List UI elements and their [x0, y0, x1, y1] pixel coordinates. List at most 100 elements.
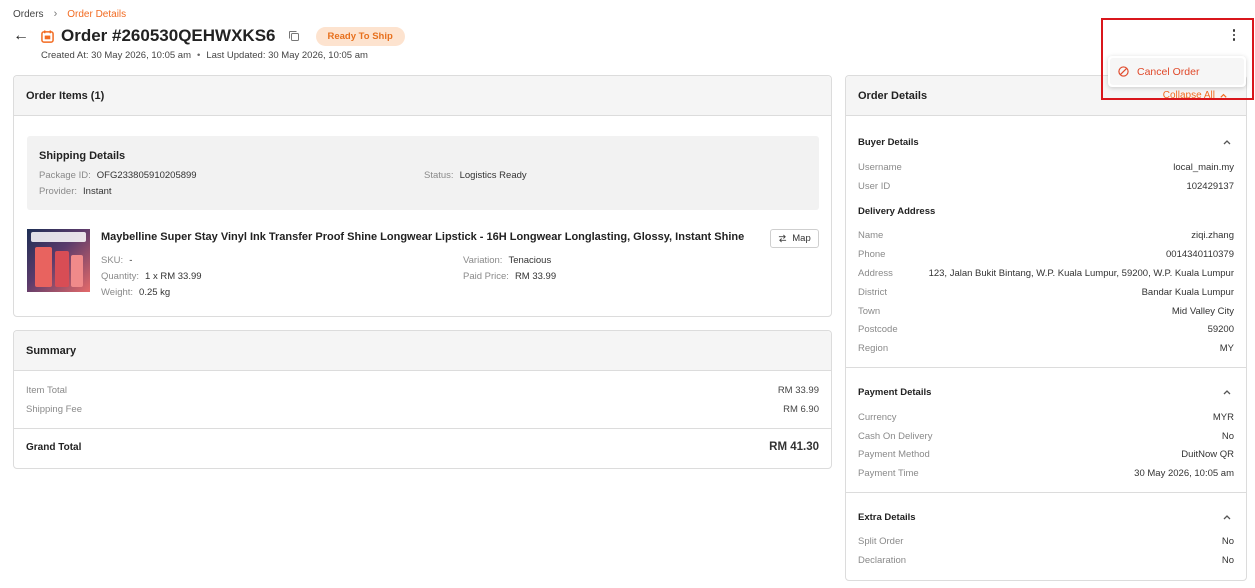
package-id-value: OFG233805910205899: [96, 170, 197, 181]
postcode-row: Postcode 59200: [858, 324, 1234, 335]
payment-method-row: Payment Method DuitNow QR: [858, 449, 1234, 460]
more-options-menu: Cancel Order: [1108, 56, 1246, 87]
collapse-all-label: Collapse All: [1162, 90, 1215, 101]
payment-time-value: 30 May 2026, 10:05 am: [1134, 468, 1234, 479]
shipping-status-row: Status: Logistics Ready: [424, 170, 527, 181]
order-meta: Created At: 30 May 2026, 10:05 am • Last…: [41, 50, 368, 61]
currency-row: Currency MYR: [858, 412, 1234, 423]
provider-row: Provider: Instant: [39, 186, 112, 197]
item-total-label: Item Total: [26, 385, 68, 396]
name-value: ziqi.zhang: [1191, 230, 1234, 241]
shipping-details-title: Shipping Details: [39, 150, 126, 162]
username-value: local_main.my: [1173, 162, 1234, 173]
declaration-row: Declaration No: [858, 555, 1234, 566]
provider-label: Provider:: [39, 186, 78, 197]
variation-value: Tenacious: [508, 255, 552, 266]
sku-row: SKU: -: [101, 255, 132, 266]
product-image: [27, 229, 90, 292]
more-options-icon[interactable]: [1227, 28, 1241, 42]
currency-value: MYR: [1212, 412, 1234, 423]
copy-icon[interactable]: [288, 30, 300, 42]
order-items-title: Order Items (1): [14, 76, 831, 116]
section-divider: [846, 492, 1246, 493]
extra-details-title: Extra Details: [858, 512, 916, 523]
breadcrumb-separator-icon: ›: [53, 8, 58, 20]
meta-separator: •: [196, 50, 201, 61]
package-id-row: Package ID: OFG233805910205899: [39, 170, 197, 181]
cod-value: No: [1221, 431, 1234, 442]
chevron-up-icon[interactable]: [1222, 387, 1232, 397]
summary-title: Summary: [14, 331, 831, 371]
breadcrumb-orders-link[interactable]: Orders: [13, 9, 44, 20]
map-button[interactable]: Map: [770, 229, 819, 248]
payment-method-label: Payment Method: [858, 449, 930, 460]
declaration-label: Declaration: [858, 555, 907, 566]
cod-label: Cash On Delivery: [858, 431, 933, 442]
sku-label: SKU:: [101, 255, 124, 266]
collapse-all-button[interactable]: Collapse All: [1163, 90, 1228, 101]
breadcrumb: Orders › Order Details: [13, 8, 126, 20]
map-button-label: Map: [792, 233, 811, 244]
phone-row: Phone 0014340110379: [858, 249, 1234, 260]
cod-row: Cash On Delivery No: [858, 431, 1234, 442]
updated-at-text: Last Updated: 30 May 2026, 10:05 am: [206, 50, 368, 61]
order-items-card: Order Items (1) Shipping Details Package…: [13, 75, 832, 317]
buyer-details-title: Buyer Details: [858, 137, 919, 148]
name-row: Name ziqi.zhang: [858, 230, 1234, 241]
variation-label: Variation:: [463, 255, 503, 266]
phone-value: 0014340110379: [1166, 249, 1234, 260]
quantity-value: 1 x RM 33.99: [145, 271, 202, 282]
payment-details-title: Payment Details: [858, 387, 932, 398]
item-total-row: Item Total RM 33.99: [26, 385, 819, 396]
grand-total-label: Grand Total: [26, 441, 82, 453]
paid-price-row: Paid Price: RM 33.99: [463, 271, 556, 282]
variation-row: Variation: Tenacious: [463, 255, 551, 266]
provider-value: Instant: [83, 186, 112, 197]
payment-time-row: Payment Time 30 May 2026, 10:05 am: [858, 468, 1234, 479]
shipping-fee-value: RM 6.90: [783, 404, 819, 415]
split-order-row: Split Order No: [858, 536, 1234, 547]
region-row: Region MY: [858, 343, 1234, 354]
shipping-status-value: Logistics Ready: [459, 170, 527, 181]
postcode-label: Postcode: [858, 324, 898, 335]
town-value: Mid Valley City: [1171, 306, 1234, 317]
section-divider: [846, 367, 1246, 368]
paid-price-label: Paid Price:: [463, 271, 509, 282]
split-order-label: Split Order: [858, 536, 904, 547]
weight-row: Weight: 0.25 kg: [101, 287, 170, 298]
postcode-value: 59200: [1207, 324, 1234, 335]
address-value: 123, Jalan Bukit Bintang, W.P. Kuala Lum…: [928, 268, 1234, 279]
summary-card: Summary Item Total RM 33.99 Shipping Fee…: [13, 330, 832, 469]
quantity-row: Quantity: 1 x RM 33.99: [101, 271, 202, 282]
username-label: Username: [858, 162, 902, 173]
item-total-value: RM 33.99: [777, 385, 819, 396]
grand-total-value: RM 41.30: [769, 441, 819, 453]
cancel-icon: [1118, 66, 1129, 77]
sku-value: -: [129, 255, 133, 266]
district-label: District: [858, 287, 888, 298]
product-name: Maybelline Super Stay Vinyl Ink Transfer…: [101, 231, 745, 243]
payment-time-label: Payment Time: [858, 468, 919, 479]
declaration-value: No: [1221, 555, 1234, 566]
back-arrow-icon[interactable]: ←: [13, 27, 35, 45]
name-label: Name: [858, 230, 884, 241]
district-row: District Bandar Kuala Lumpur: [858, 287, 1234, 298]
page-header: ← Order #260530QEHWXKS6 Ready To Ship: [13, 25, 405, 47]
paid-price-value: RM 33.99: [514, 271, 557, 282]
shipping-status-label: Status:: [424, 170, 454, 181]
weight-value: 0.25 kg: [139, 287, 171, 298]
user-id-row: User ID 102429137: [858, 181, 1234, 192]
breadcrumb-current: Order Details: [67, 8, 127, 20]
cancel-order-label: Cancel Order: [1137, 65, 1200, 78]
shipping-fee-row: Shipping Fee RM 6.90: [26, 404, 819, 415]
grand-total-row: Grand Total RM 41.30: [26, 441, 819, 453]
chevron-up-icon[interactable]: [1222, 512, 1232, 522]
chevron-up-icon[interactable]: [1222, 137, 1232, 147]
town-row: Town Mid Valley City: [858, 306, 1234, 317]
region-value: MY: [1219, 343, 1234, 354]
town-label: Town: [858, 306, 881, 317]
currency-label: Currency: [858, 412, 897, 423]
phone-label: Phone: [858, 249, 886, 260]
cancel-order-menu-item[interactable]: Cancel Order: [1110, 58, 1244, 85]
payment-method-value: DuitNow QR: [1181, 449, 1234, 460]
